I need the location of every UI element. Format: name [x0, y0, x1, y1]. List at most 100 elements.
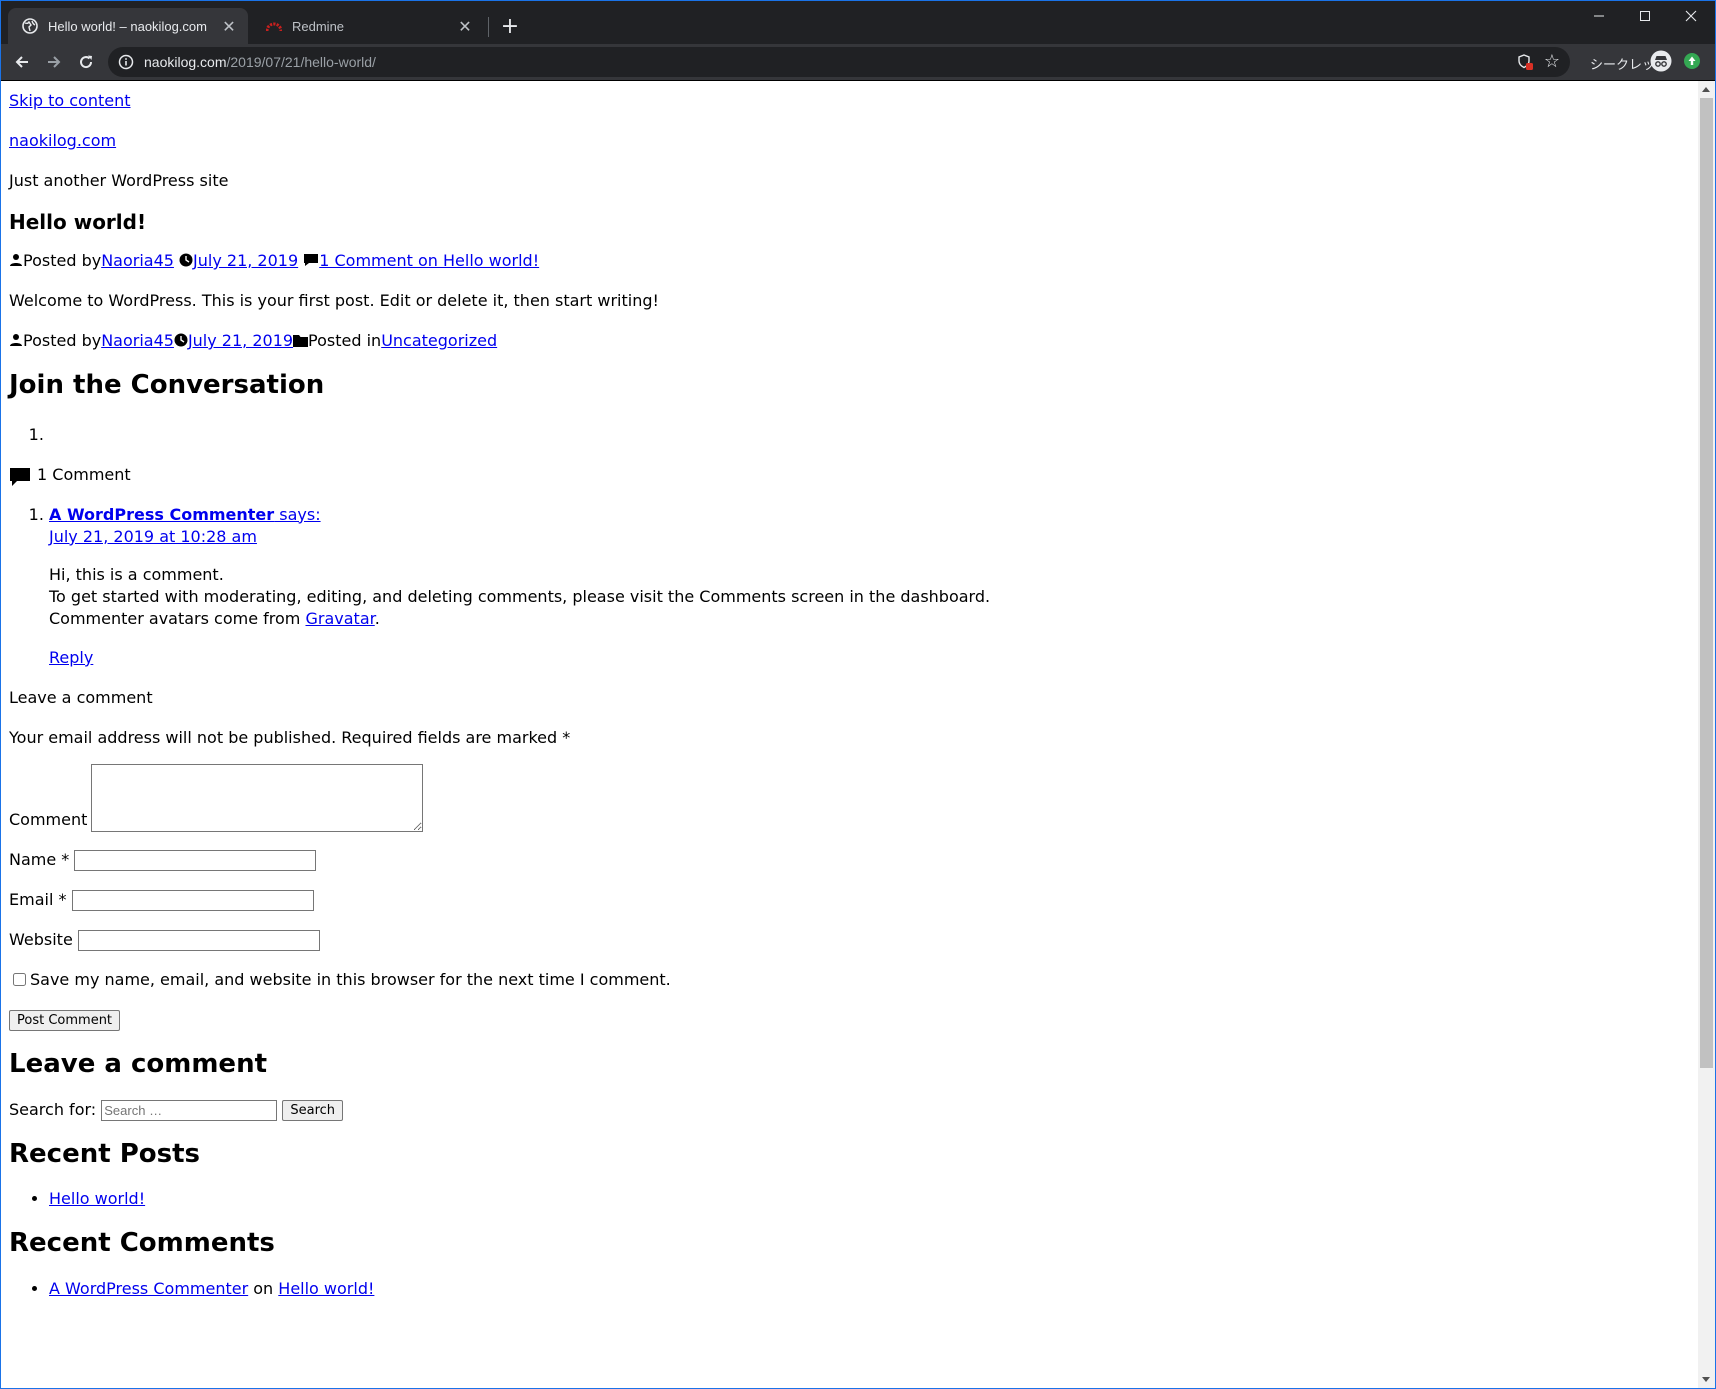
clock-icon: [179, 253, 193, 267]
post-comment-button[interactable]: Post Comment: [9, 1009, 121, 1031]
recent-post-link[interactable]: Hello world!: [49, 1189, 145, 1208]
comment-count: 1 Comment: [9, 463, 1690, 487]
comment-bubble-icon: [10, 467, 30, 486]
reload-button[interactable]: [70, 46, 102, 78]
recent-posts-heading: Recent Posts: [9, 1138, 200, 1169]
cookies-consent-checkbox[interactable]: [13, 972, 26, 986]
required-mark: *: [61, 849, 70, 869]
shield-icon[interactable]: [1516, 53, 1534, 71]
comment-list: A WordPress Commenter says: July 21, 201…: [9, 503, 1690, 670]
post-title: Hello world!: [9, 210, 147, 234]
widget-leave-comment-heading: Leave a comment: [9, 1048, 268, 1079]
recent-posts-list: Hello world!: [9, 1187, 1690, 1211]
posted-in-label: Posted in: [308, 331, 382, 350]
post-meta-bottom: Posted byNaoria45 July 21, 2019 Posted inU…: [9, 329, 1690, 353]
tab-hello-world[interactable]: Hello world! – naokilog.com ✕: [8, 8, 248, 44]
comment-count-text: 1 Comment: [37, 464, 131, 484]
email-field-row: Email *: [9, 888, 1690, 912]
tab-close-icon[interactable]: ✕: [456, 17, 474, 36]
tab-strip: Hello world! – naokilog.com ✕ Redmine ✕ …: [0, 0, 1716, 44]
comment-header: A WordPress Commenter says: July 21, 201…: [49, 504, 1690, 548]
info-icon[interactable]: [118, 54, 134, 70]
recent-comment-author-link[interactable]: A WordPress Commenter: [49, 1279, 248, 1298]
post-date-link[interactable]: July 21, 2019: [193, 251, 298, 270]
email-label: Email: [9, 889, 54, 909]
url-text[interactable]: naokilog.com/2019/07/21/hello-world/: [144, 54, 376, 70]
scrollbar-thumb[interactable]: [1700, 98, 1713, 1068]
comment-date-link[interactable]: July 21, 2019 at 10:28 am: [49, 527, 257, 546]
globe-icon: [22, 18, 38, 34]
recent-comments-heading: Recent Comments: [9, 1228, 275, 1259]
recent-comment-on: on: [248, 1279, 279, 1299]
maximize-icon: [1640, 11, 1650, 21]
search-input[interactable]: [101, 1099, 278, 1121]
required-mark: *: [58, 889, 67, 909]
recent-comment-post-link[interactable]: Hello world!: [278, 1279, 374, 1298]
comment-field-row: Comment: [9, 763, 1690, 832]
comment-item: A WordPress Commenter says: July 21, 201…: [49, 503, 1690, 670]
website-input[interactable]: [77, 929, 320, 951]
tab-title: Redmine: [292, 18, 345, 34]
skip-to-content-link[interactable]: Skip to content: [9, 91, 131, 110]
tab-separator: [488, 17, 489, 37]
reply-link[interactable]: Reply: [49, 648, 93, 667]
name-input[interactable]: [74, 849, 317, 871]
cookies-consent-row: Save my name, email, and website in this…: [9, 968, 1690, 992]
cookies-consent-label: Save my name, email, and website in this…: [30, 969, 671, 989]
close-window-button[interactable]: [1668, 0, 1714, 32]
scroll-up-icon[interactable]: [1702, 87, 1710, 92]
website-label: Website: [9, 929, 73, 949]
post-comments-link[interactable]: 1 Comment on Hello world!: [319, 251, 539, 270]
gravatar-link[interactable]: Gravatar: [305, 609, 374, 628]
search-form: Search for: Search: [9, 1098, 1690, 1122]
page-viewport: Skip to content naokilog.com Just anothe…: [1, 81, 1698, 1388]
comment-says-link[interactable]: says:: [274, 505, 320, 524]
comment-author-link[interactable]: A WordPress Commenter: [49, 505, 274, 524]
address-bar[interactable]: naokilog.com/2019/07/21/hello-world/ ☆: [108, 47, 1570, 77]
comment-line: Commenter avatars come from: [49, 608, 306, 628]
tab-title: Hello world! – naokilog.com: [48, 18, 207, 34]
url-path: /2019/07/21/hello-world/: [226, 54, 376, 70]
post-body: Welcome to WordPress. This is your first…: [9, 291, 659, 310]
clock-icon: [174, 333, 188, 347]
page-content: Skip to content naokilog.com Just anothe…: [1, 89, 1698, 1301]
browser-toolbar: naokilog.com/2019/07/21/hello-world/ ☆ シ…: [0, 44, 1716, 81]
recent-comments-list: A WordPress Commenter on Hello world!: [9, 1277, 1690, 1301]
comment-line: Hi, this is a comment.: [49, 564, 224, 584]
reload-icon: [80, 55, 93, 69]
vertical-scrollbar[interactable]: [1698, 81, 1715, 1388]
forward-arrow-icon: [48, 56, 61, 68]
new-tab-button[interactable]: +: [496, 12, 524, 40]
incognito-icon[interactable]: [1650, 50, 1672, 72]
comment-line: To get started with moderating, editing,…: [49, 586, 991, 606]
comment-label: Comment: [9, 809, 88, 829]
minimize-button[interactable]: [1576, 0, 1622, 32]
post-category-link[interactable]: Uncategorized: [381, 331, 497, 350]
list-item: A WordPress Commenter on Hello world!: [49, 1277, 1690, 1301]
comment-textarea[interactable]: [91, 763, 424, 832]
scroll-down-icon[interactable]: [1702, 1377, 1710, 1382]
tab-redmine[interactable]: Redmine ✕: [252, 8, 484, 44]
minimize-icon: [1594, 15, 1604, 17]
search-button[interactable]: Search: [282, 1099, 344, 1121]
list-item: Hello world!: [49, 1187, 1690, 1211]
star-icon[interactable]: ☆: [1542, 52, 1562, 72]
comment-bubble-icon: [304, 254, 319, 266]
site-tagline: Just another WordPress site: [9, 171, 229, 190]
name-label: Name: [9, 849, 57, 869]
post-date-link[interactable]: July 21, 2019: [188, 331, 293, 350]
email-input[interactable]: [71, 889, 314, 911]
site-title-link[interactable]: naokilog.com: [9, 131, 116, 150]
search-label: Search for:: [9, 1099, 97, 1119]
maximize-button[interactable]: [1622, 0, 1668, 32]
url-host: naokilog.com: [144, 54, 227, 70]
post-meta-top: Posted byNaoria45 July 21, 2019 1 Commen…: [9, 249, 1690, 273]
join-conversation-heading: Join the Conversation: [9, 370, 325, 400]
back-button[interactable]: [6, 46, 38, 78]
forward-button[interactable]: [38, 46, 70, 78]
extension-icon[interactable]: [1684, 53, 1700, 69]
posted-by-label: Posted by: [23, 331, 102, 350]
post-author-link[interactable]: Naoria45: [101, 331, 174, 350]
tab-close-icon[interactable]: ✕: [220, 17, 238, 36]
post-author-link[interactable]: Naoria45: [101, 251, 174, 270]
